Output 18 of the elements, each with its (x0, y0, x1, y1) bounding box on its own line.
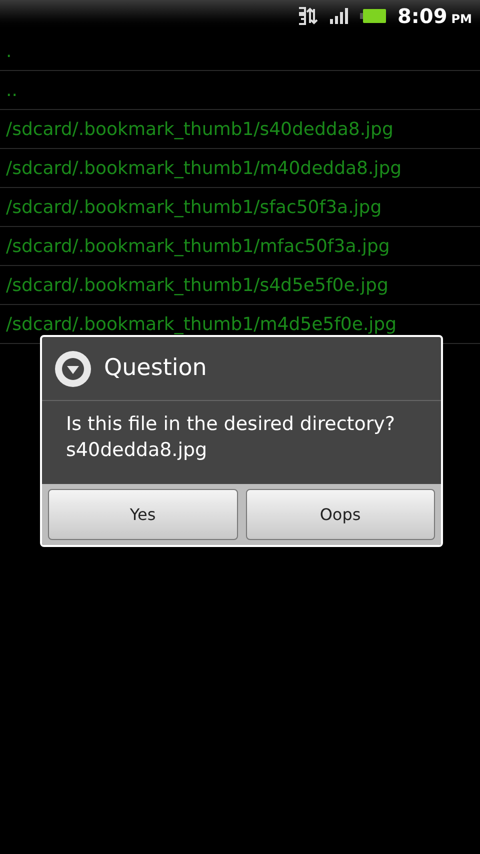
file-path-item[interactable]: /sdcard/.bookmark_thumb1/m40dedda8.jpg (6, 154, 402, 182)
clock-time: 8:09 (398, 3, 448, 30)
signal-icon (330, 8, 348, 24)
file-path-item[interactable]: /sdcard/.bookmark_thumb1/s40dedda8.jpg (6, 116, 394, 142)
file-path-item[interactable]: /sdcard/.bookmark_thumb1/s4d5e5f0e.jpg (6, 272, 388, 298)
battery-icon (360, 9, 386, 23)
dialog-button[interactable]: Oops (246, 489, 435, 540)
file-path-item[interactable]: /sdcard/.bookmark_thumb1/mfac50f3a.jpg (6, 232, 390, 260)
dialog-button[interactable]: Yes (48, 489, 238, 540)
dialog-message: Is this file in the desired directory? s40dedda8.jpg (65, 412, 396, 463)
caret-circle-icon (54, 350, 92, 388)
file-path-item[interactable]: /sdcard/.bookmark_thumb1/sfac50f3a.jpg (6, 194, 382, 220)
file-path-item[interactable]: /sdcard/.bookmark_thumb1/m4d5e5f0e.jpg (6, 310, 397, 338)
file-path-item[interactable]: . (6, 38, 12, 64)
dialog-title: Question (104, 354, 207, 384)
file-path-item[interactable]: .. (6, 76, 18, 104)
data-arrows-icon (298, 6, 318, 26)
am-pm-label: PM (451, 11, 472, 28)
